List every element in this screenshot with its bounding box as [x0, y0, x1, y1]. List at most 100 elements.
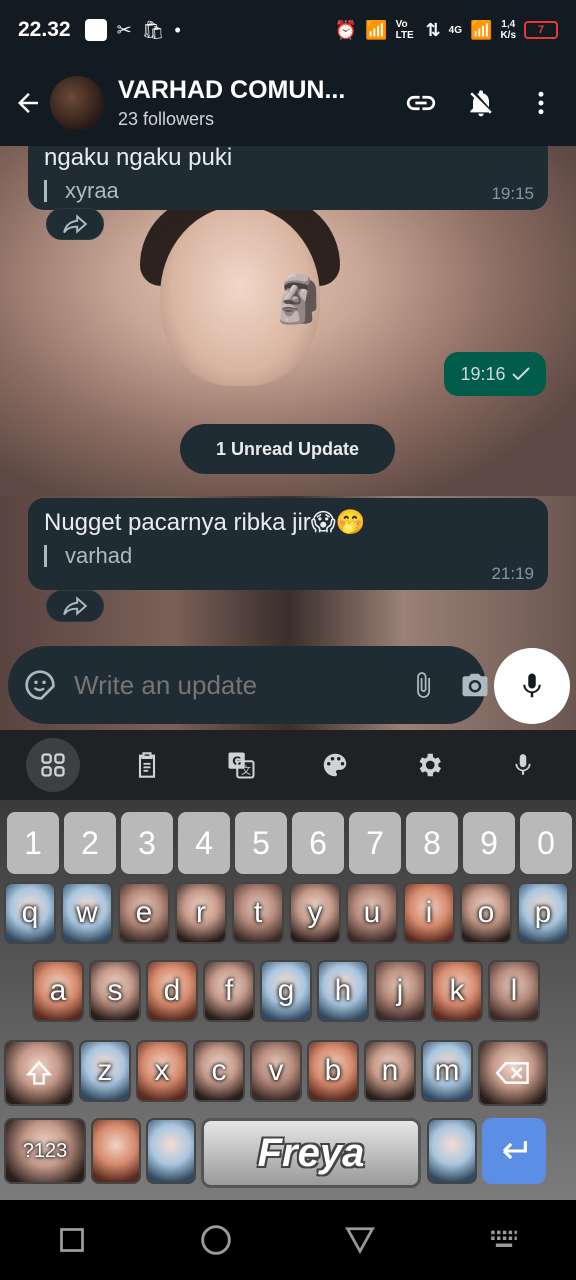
key-l[interactable]: l — [488, 960, 540, 1022]
key-r[interactable]: r — [175, 882, 227, 944]
key-f[interactable]: f — [203, 960, 255, 1022]
update-input[interactable] — [74, 669, 409, 701]
comma-key[interactable] — [146, 1118, 196, 1184]
mic-icon — [523, 673, 541, 698]
translate-icon[interactable]: G文 — [214, 738, 268, 792]
read-check-icon — [511, 367, 530, 381]
key-n[interactable]: n — [364, 1040, 416, 1102]
camera-icon[interactable] — [459, 667, 491, 703]
palette-icon[interactable] — [308, 738, 362, 792]
key-2[interactable]: 2 — [64, 812, 116, 874]
status-notification-icons: ✂ 🛍 • — [84, 19, 181, 41]
back-triangle-icon[interactable] — [330, 1210, 390, 1270]
voice-record-button[interactable] — [494, 648, 570, 724]
network-type-label: 4G — [448, 24, 463, 36]
key-1[interactable]: 1 — [7, 812, 59, 874]
chat-area[interactable]: 🗿 ngaku ngaku puki xyraa 19:15 19:16 1 U… — [0, 146, 576, 730]
key-s[interactable]: s — [89, 960, 141, 1022]
status-system-icons: ⏰ 📶 Vo LTE ⇅ 4G 📶 1,4 K/s 7 — [335, 19, 558, 41]
bottom-row: ?123 Freya — [4, 1118, 546, 1188]
key-h[interactable]: h — [317, 960, 369, 1022]
key-o[interactable]: o — [460, 882, 512, 944]
key-g[interactable]: g — [260, 960, 312, 1022]
volte-label: Vo LTE — [395, 19, 414, 41]
message-bubble[interactable]: ngaku ngaku puki xyraa 19:15 — [28, 146, 548, 210]
forward-button[interactable] — [46, 590, 104, 622]
key-m[interactable]: m — [421, 1040, 473, 1102]
letter-row-1: q w e r t y u i o p — [4, 882, 569, 944]
emoji-key[interactable] — [91, 1118, 141, 1184]
channel-info[interactable]: VARHAD COMUN... 23 followers — [118, 76, 402, 130]
key-x[interactable]: x — [136, 1040, 188, 1102]
key-j[interactable]: j — [374, 960, 426, 1022]
shift-key[interactable] — [4, 1040, 74, 1106]
net-speed: 1,4 K/s — [500, 19, 516, 41]
key-p[interactable]: p — [517, 882, 569, 944]
space-bar[interactable]: Freya — [201, 1118, 421, 1188]
key-z[interactable]: z — [79, 1040, 131, 1102]
letter-row-3: z x c v b n m — [4, 1040, 548, 1106]
shop-bag-icon: 🛍 — [141, 20, 165, 40]
letter-row-2: a s d f g h j k l — [32, 960, 540, 1022]
key-u[interactable]: u — [346, 882, 398, 944]
key-8[interactable]: 8 — [406, 812, 458, 874]
followers-count: 23 followers — [118, 109, 215, 129]
key-y[interactable]: y — [289, 882, 341, 944]
back-arrow-icon[interactable] — [10, 85, 46, 121]
sticker-icon[interactable] — [24, 667, 56, 703]
mute-bell-icon[interactable] — [462, 84, 500, 122]
key-b[interactable]: b — [307, 1040, 359, 1102]
capcut-icon: ✂ — [116, 20, 132, 40]
key-5[interactable]: 5 — [235, 812, 287, 874]
keyboard-mic-icon[interactable] — [496, 738, 550, 792]
keyboard: 1 2 3 4 5 6 7 8 9 0 q w e r t y u i o p … — [0, 800, 576, 1200]
svg-text:文: 文 — [241, 764, 251, 777]
signal-icon: 📶 — [365, 20, 388, 40]
key-9[interactable]: 9 — [463, 812, 515, 874]
backspace-key[interactable] — [478, 1040, 548, 1106]
backspace-icon — [496, 1062, 529, 1084]
outgoing-bubble[interactable]: 19:16 — [444, 352, 546, 396]
forward-button[interactable] — [46, 208, 104, 240]
apps-grid-icon[interactable] — [26, 738, 80, 792]
key-0[interactable]: 0 — [520, 812, 572, 874]
dot-icon: • — [174, 20, 181, 40]
key-c[interactable]: c — [193, 1040, 245, 1102]
channel-header: VARHAD COMUN... 23 followers — [0, 60, 576, 146]
settings-gear-icon[interactable] — [402, 738, 456, 792]
attach-icon[interactable] — [409, 667, 437, 703]
key-a[interactable]: a — [32, 960, 84, 1022]
keyboard-switch-icon[interactable] — [474, 1210, 534, 1270]
system-navigation-bar — [0, 1200, 576, 1280]
link-icon[interactable] — [402, 84, 440, 122]
home-circle-icon[interactable] — [186, 1210, 246, 1270]
symbols-key[interactable]: ?123 — [4, 1118, 86, 1184]
message-signature: varhad — [44, 543, 532, 569]
key-w[interactable]: w — [61, 882, 113, 944]
recents-square-icon[interactable] — [42, 1210, 102, 1270]
key-4[interactable]: 4 — [178, 812, 230, 874]
key-v[interactable]: v — [250, 1040, 302, 1102]
more-options-icon[interactable] — [522, 84, 560, 122]
period-key[interactable] — [427, 1118, 477, 1184]
key-q[interactable]: q — [4, 882, 56, 944]
key-k[interactable]: k — [431, 960, 483, 1022]
signature-bar — [44, 180, 47, 202]
signature-name: varhad — [65, 543, 133, 568]
key-i[interactable]: i — [403, 882, 455, 944]
net-speed-value: 1,4 — [501, 19, 516, 30]
message-input-bar[interactable] — [8, 646, 488, 724]
key-d[interactable]: d — [146, 960, 198, 1022]
key-e[interactable]: e — [118, 882, 170, 944]
enter-key[interactable] — [482, 1118, 546, 1184]
key-t[interactable]: t — [232, 882, 284, 944]
clipboard-icon[interactable] — [120, 738, 174, 792]
status-time: 22.32 — [18, 18, 71, 41]
key-3[interactable]: 3 — [121, 812, 173, 874]
message-time: 19:15 — [491, 184, 534, 203]
message-bubble[interactable]: Nugget pacarnya ribka jir😱🤭 varhad 21:19 — [28, 498, 548, 590]
key-7[interactable]: 7 — [349, 812, 401, 874]
channel-avatar[interactable] — [50, 76, 104, 130]
key-6[interactable]: 6 — [292, 812, 344, 874]
notification-square-icon — [84, 19, 107, 41]
